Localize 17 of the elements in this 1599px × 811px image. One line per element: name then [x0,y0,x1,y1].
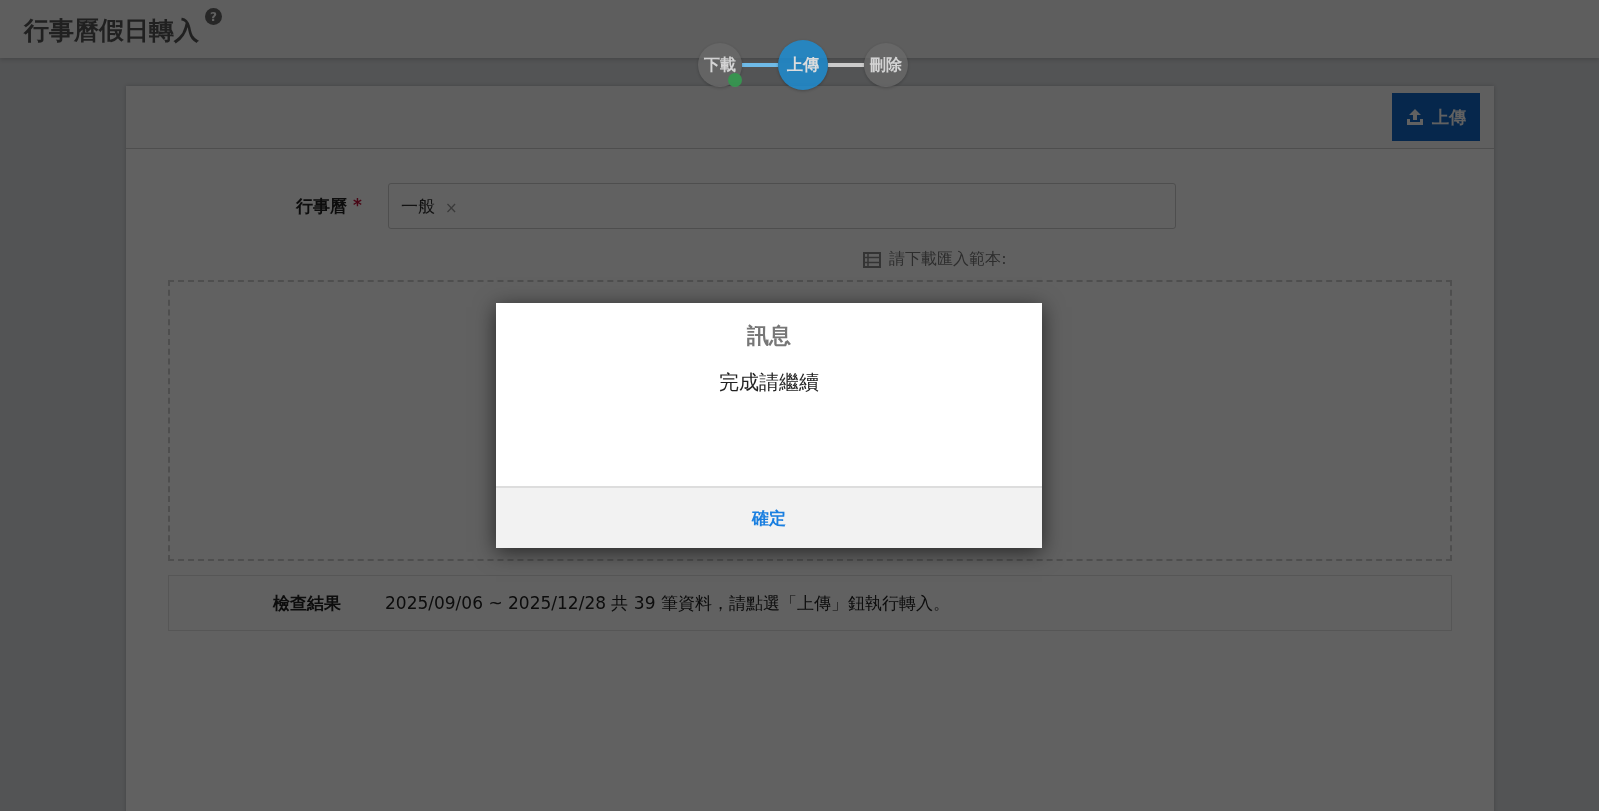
check-result-label: 檢查結果 [272,591,342,615]
step-circle[interactable]: 刪除 [864,43,908,87]
page-title: 行事曆假日轉入 [24,15,199,47]
help-icon[interactable]: ? [205,8,222,25]
dialog-title: 訊息 [746,322,792,350]
calendar-tag: 一般 [401,194,435,218]
remove-tag-button[interactable]: × [445,199,458,217]
step-circle[interactable]: 下載 [698,43,742,87]
dialog-message: 完成請繼續 [718,369,820,396]
upload-icon [1406,109,1424,125]
required-mark: * [353,194,362,217]
confirm-button[interactable]: 確定 [496,486,1042,548]
calendar-label: 行事曆 [296,194,348,218]
check-result-text: 2025/09/06 ~ 2025/12/28 共 39 筆資料，請點選「上傳」鈕執行轉入。 [385,591,950,615]
spreadsheet-icon [863,251,882,268]
upload-button[interactable]: 上傳 [1392,93,1480,141]
calendar-select-field[interactable]: 一般 × [388,183,1176,229]
